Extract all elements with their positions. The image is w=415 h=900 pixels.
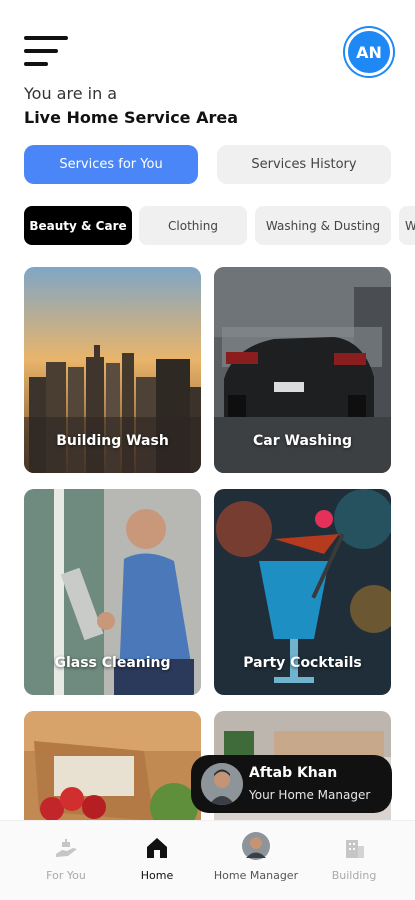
nav-home-manager[interactable]: Home Manager xyxy=(211,832,301,882)
bottom-navigation: For You Home Home Manager Building xyxy=(0,820,415,900)
location-greeting: You are in a xyxy=(24,84,118,103)
service-card-glass-cleaning[interactable]: Glass Cleaning xyxy=(24,489,201,695)
service-label: Glass Cleaning xyxy=(54,655,171,671)
nav-home[interactable]: Home xyxy=(112,835,202,882)
user-avatar[interactable]: AN xyxy=(345,28,393,76)
service-card-car-washing[interactable]: Car Washing xyxy=(214,267,391,473)
nav-for-you[interactable]: For You xyxy=(21,835,111,882)
building-icon xyxy=(309,835,399,861)
chip-washing-dusting[interactable]: Washing & Dusting xyxy=(255,206,391,245)
service-label: Car Washing xyxy=(253,433,352,449)
chip-partial[interactable]: W xyxy=(399,206,415,245)
nav-label: Building xyxy=(331,869,377,882)
service-label: Party Cocktails xyxy=(243,655,362,671)
manager-avatar-icon xyxy=(211,832,301,861)
service-label: Building Wash xyxy=(56,433,169,449)
manager-name: Aftab Khan xyxy=(249,765,338,781)
service-card-party-cocktails[interactable]: Party Cocktails xyxy=(214,489,391,695)
manager-role: Your Home Manager xyxy=(249,788,371,802)
service-area-title: Live Home Service Area xyxy=(24,108,239,127)
nav-label: Home xyxy=(140,869,174,882)
hamburger-menu-icon[interactable] xyxy=(24,36,70,70)
chip-clothing[interactable]: Clothing xyxy=(139,206,247,245)
home-icon xyxy=(112,835,202,861)
hand-service-icon xyxy=(21,835,111,861)
service-card-building-wash[interactable]: Building Wash xyxy=(24,267,201,473)
nav-label: Home Manager xyxy=(213,869,299,882)
services-for-you-tab[interactable]: Services for You xyxy=(24,145,198,184)
services-history-tab[interactable]: Services History xyxy=(217,145,391,184)
manager-avatar xyxy=(201,763,243,805)
chip-beauty-care[interactable]: Beauty & Care xyxy=(24,206,132,245)
category-chip-row: Beauty & Care Clothing Washing & Dusting… xyxy=(24,206,415,245)
nav-label: For You xyxy=(46,869,86,882)
home-manager-card[interactable]: Aftab Khan Your Home Manager xyxy=(191,755,392,813)
nav-building[interactable]: Building xyxy=(309,835,399,882)
